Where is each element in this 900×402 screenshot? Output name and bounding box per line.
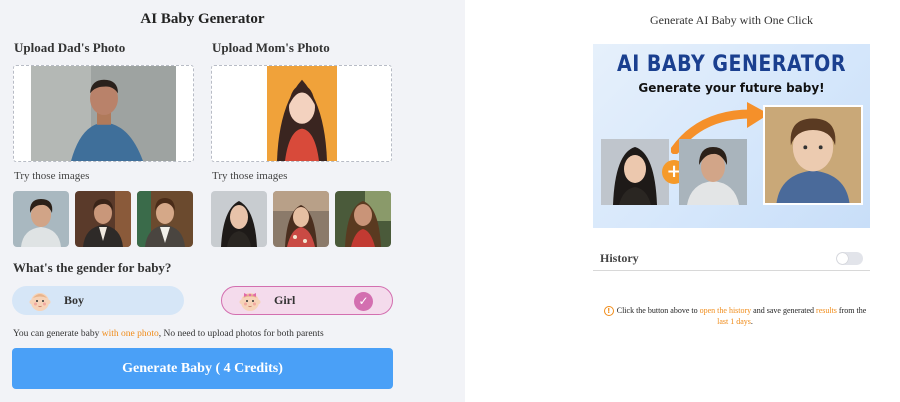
banner-baby-photo xyxy=(763,105,863,205)
note-highlight: with one photo xyxy=(101,329,159,339)
gender-girl-button[interactable]: Girl ✓ xyxy=(221,286,393,315)
history-toggle[interactable] xyxy=(836,252,863,265)
mom-photo-upload[interactable] xyxy=(211,65,392,162)
info-text-2: and save generated xyxy=(751,306,817,315)
open-history-link[interactable]: open the history xyxy=(700,306,752,315)
history-toggle-knob xyxy=(837,253,848,264)
baby-girl-icon xyxy=(239,292,261,311)
single-photo-note: You can generate baby with one photo, No… xyxy=(13,329,324,339)
dad-sample-2[interactable] xyxy=(75,191,131,247)
check-icon: ✓ xyxy=(354,292,373,311)
dad-photo-upload[interactable] xyxy=(13,65,194,162)
history-info: ! Click the button above to open the hist… xyxy=(600,305,870,327)
baby-boy-icon xyxy=(29,292,51,311)
generator-panel: AI Baby Generator Upload Dad's Photo Upl… xyxy=(0,0,465,402)
note-suffix: , No need to upload photos for both pare… xyxy=(158,329,324,339)
gender-girl-label: Girl xyxy=(274,293,296,307)
last-days-link[interactable]: last 1 days xyxy=(717,317,751,326)
history-divider xyxy=(593,270,870,271)
gender-boy-label: Boy xyxy=(64,293,85,307)
mom-upload-label: Upload Mom's Photo xyxy=(212,40,330,55)
gender-boy-button[interactable]: Boy xyxy=(12,286,184,315)
banner-dad-photo xyxy=(679,139,747,205)
gender-question: What's the gender for baby? xyxy=(13,260,172,275)
mom-photo-preview xyxy=(266,66,337,161)
info-text-4: . xyxy=(750,317,753,327)
history-label: History xyxy=(600,251,639,265)
dad-sample-3[interactable] xyxy=(137,191,193,247)
right-panel-title: Generate AI Baby with One Click xyxy=(650,13,813,27)
dad-try-label: Try those images xyxy=(14,170,90,182)
banner-subtitle: Generate your future baby! xyxy=(638,81,825,95)
info-icon: ! xyxy=(603,306,614,317)
banner-mom-photo xyxy=(601,139,669,205)
banner-title: AI BABY GENERATOR xyxy=(617,51,846,77)
dad-photo-preview xyxy=(31,66,176,161)
app-title: AI Baby Generator xyxy=(140,11,265,27)
results-link[interactable]: results xyxy=(816,306,837,315)
note-prefix: You can generate baby xyxy=(13,329,102,339)
promo-banner: AI BABY GENERATOR Generate your future b… xyxy=(593,44,870,228)
info-text-1: Click the button above to xyxy=(616,306,700,315)
dad-upload-label: Upload Dad's Photo xyxy=(14,40,126,55)
info-text-3: from the xyxy=(836,306,867,315)
mom-sample-1[interactable] xyxy=(211,191,267,247)
dad-sample-1[interactable] xyxy=(13,191,69,247)
mom-try-label: Try those images xyxy=(212,170,288,182)
generate-baby-button[interactable]: Generate Baby ( 4 Credits) xyxy=(12,348,393,389)
mom-sample-3[interactable] xyxy=(335,191,391,247)
mom-sample-2[interactable] xyxy=(273,191,329,247)
